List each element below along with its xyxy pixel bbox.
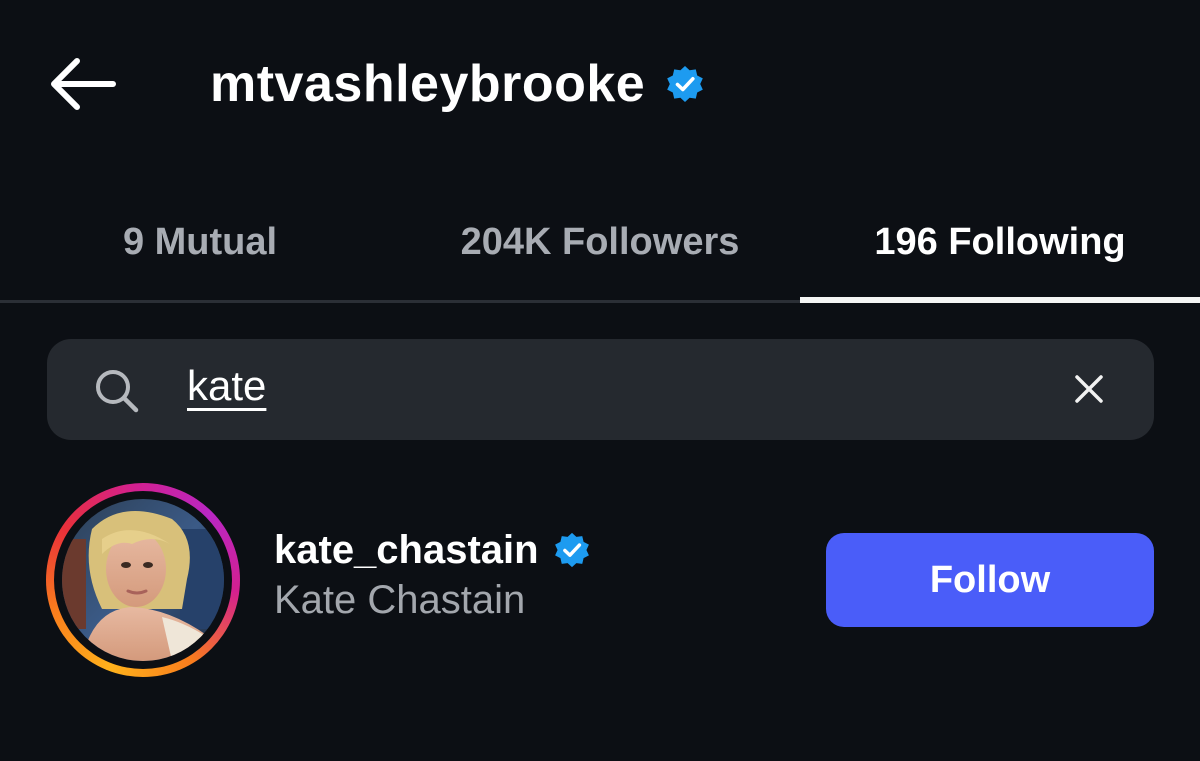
search-input[interactable]: kate [187, 362, 266, 410]
profile-title: mtvashleybrooke [210, 52, 705, 116]
tab-mutual[interactable]: 9 Mutual [0, 185, 400, 300]
result-username-row[interactable]: kate_chastain [274, 524, 591, 576]
follow-button[interactable]: Follow [826, 533, 1154, 627]
tab-following-label: 196 Following [874, 221, 1126, 263]
back-button[interactable] [40, 48, 124, 120]
result-full-name: Kate Chastain [274, 578, 526, 622]
profile-username: mtvashleybrooke [210, 55, 646, 113]
header: mtvashleybrooke [0, 0, 1200, 170]
tab-followers[interactable]: 204K Followers [400, 185, 800, 300]
tab-following[interactable]: 196 Following [800, 185, 1200, 303]
close-icon [1075, 375, 1103, 403]
tab-followers-label: 204K Followers [460, 221, 740, 263]
arrow-left-icon [51, 58, 116, 110]
clear-search-button[interactable] [1062, 362, 1116, 416]
search-icon [94, 368, 140, 414]
tab-bar: 9 Mutual 204K Followers 196 Following [0, 185, 1200, 303]
avatar[interactable] [62, 499, 224, 661]
result-username[interactable]: kate_chastain [274, 528, 539, 573]
verified-badge-icon [665, 64, 705, 104]
tab-mutual-label: 9 Mutual [122, 221, 278, 263]
verified-badge-icon [553, 531, 591, 569]
following-screen: mtvashleybrooke 9 Mutual 204K Followers … [0, 0, 1200, 761]
